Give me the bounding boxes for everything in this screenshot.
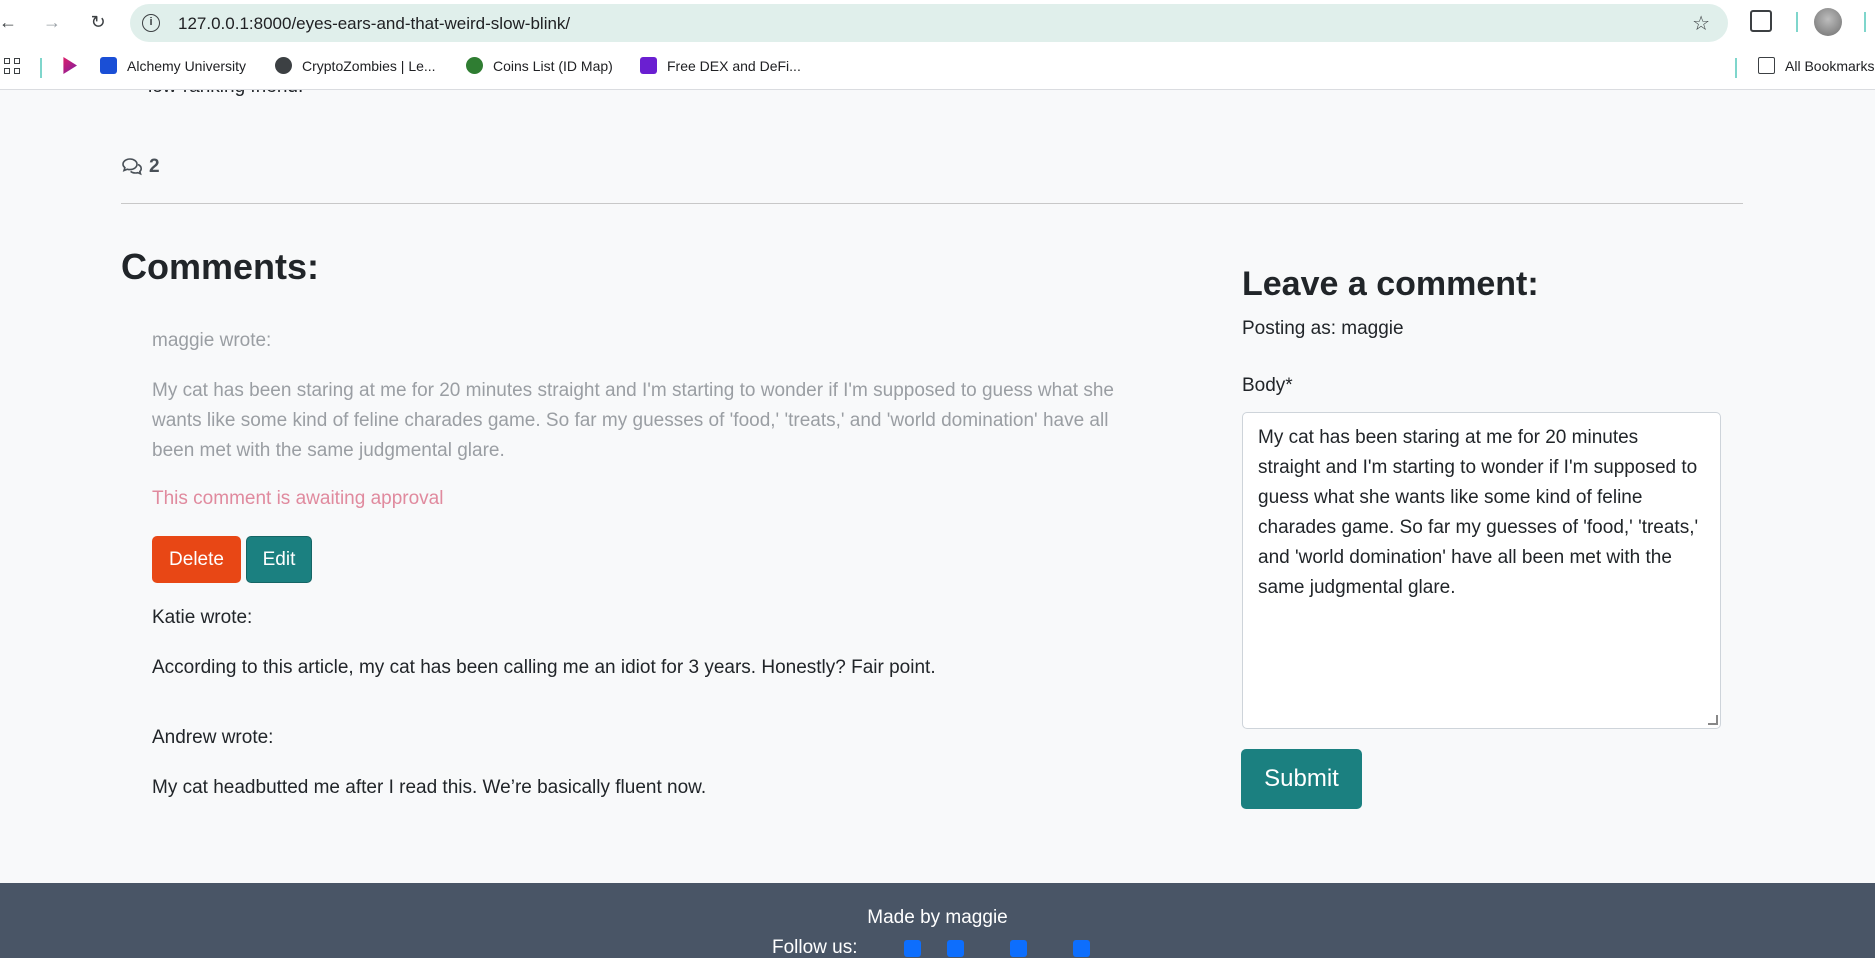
comment-item: maggie wrote: My cat has been staring at… <box>152 326 1152 466</box>
footer: Made by maggie Follow us: <box>0 883 1875 958</box>
alchemy-logo-icon <box>100 57 117 74</box>
youtube-icon[interactable] <box>1073 940 1090 957</box>
extensions-icon[interactable] <box>1750 10 1772 32</box>
bookmark-star-icon[interactable]: ☆ <box>1692 11 1710 36</box>
resize-handle-icon[interactable] <box>1708 715 1718 725</box>
bookmarks-bar: Alchemy University CryptoZombies | Le...… <box>0 44 1875 90</box>
body-label: Body* <box>1242 375 1293 396</box>
back-icon[interactable]: ← <box>0 10 20 34</box>
site-info-icon[interactable]: i <box>142 14 160 32</box>
reload-icon[interactable]: ↻ <box>86 10 110 34</box>
all-bookmarks[interactable]: All Bookmarks <box>1758 57 1874 74</box>
posting-as: Posting as: maggie <box>1242 318 1404 339</box>
post-text-cutoff: low-ranking friend. <box>148 90 303 98</box>
browser-toolbar: ← → ↻ i 127.0.0.1:8000/eyes-ears-and-tha… <box>0 0 1875 44</box>
toolbar-divider <box>1796 12 1798 32</box>
comment-author: Andrew wrote: <box>152 727 274 748</box>
approval-status: This comment is awaiting approval <box>152 488 444 509</box>
instagram-icon[interactable] <box>1010 940 1027 957</box>
comments-icon <box>122 158 143 176</box>
bookmark-coins-list[interactable]: Coins List (ID Map) <box>466 57 613 74</box>
bookmarks-divider <box>1735 58 1737 78</box>
twitter-icon[interactable] <box>947 940 964 957</box>
comments-heading: Comments: <box>121 246 320 287</box>
comment-item: Andrew wrote: My cat headbutted me after… <box>152 723 1152 803</box>
bookmark-alchemy[interactable]: Alchemy University <box>100 57 246 74</box>
follow-us-label: Follow us: <box>772 937 858 958</box>
toolbar-divider <box>1864 12 1866 32</box>
profile-avatar[interactable] <box>1814 8 1842 36</box>
submit-button[interactable]: Submit <box>1241 749 1362 809</box>
forward-icon[interactable]: → <box>40 10 64 34</box>
made-by: Made by maggie <box>867 907 1008 928</box>
bookmark-cryptozombies[interactable]: CryptoZombies | Le... <box>275 57 436 74</box>
bookmark-media-icon[interactable] <box>60 57 87 74</box>
comment-author: maggie wrote: <box>152 330 272 351</box>
comment-body: My cat headbutted me after I read this. … <box>152 777 707 798</box>
globe-icon <box>275 57 292 74</box>
comment-count: 2 <box>121 156 160 178</box>
page-content: low-ranking friend. 2 Comments: maggie w… <box>0 90 1875 958</box>
comment-item: Katie wrote: According to this article, … <box>152 603 1152 683</box>
bookmark-free-dex[interactable]: Free DEX and DeFi... <box>640 57 801 74</box>
apps-grid-icon[interactable] <box>4 58 22 76</box>
leave-comment-heading: Leave a comment: <box>1242 265 1539 303</box>
url-text[interactable]: 127.0.0.1:8000/eyes-ears-and-that-weird-… <box>178 14 570 34</box>
bookmarks-divider <box>40 58 42 78</box>
comment-body-textarea[interactable]: My cat has been staring at me for 20 min… <box>1242 412 1721 729</box>
comment-body: According to this article, my cat has be… <box>152 657 936 678</box>
folder-icon <box>1758 57 1775 74</box>
delete-button[interactable]: Delete <box>152 536 241 583</box>
divider <box>121 203 1743 204</box>
address-bar[interactable]: i 127.0.0.1:8000/eyes-ears-and-that-weir… <box>130 4 1728 42</box>
edit-button[interactable]: Edit <box>246 536 312 583</box>
comment-author: Katie wrote: <box>152 607 253 628</box>
dex-logo-icon <box>640 57 657 74</box>
coingecko-icon <box>466 57 483 74</box>
comment-body: My cat has been staring at me for 20 min… <box>152 380 1114 461</box>
facebook-icon[interactable] <box>904 940 921 957</box>
